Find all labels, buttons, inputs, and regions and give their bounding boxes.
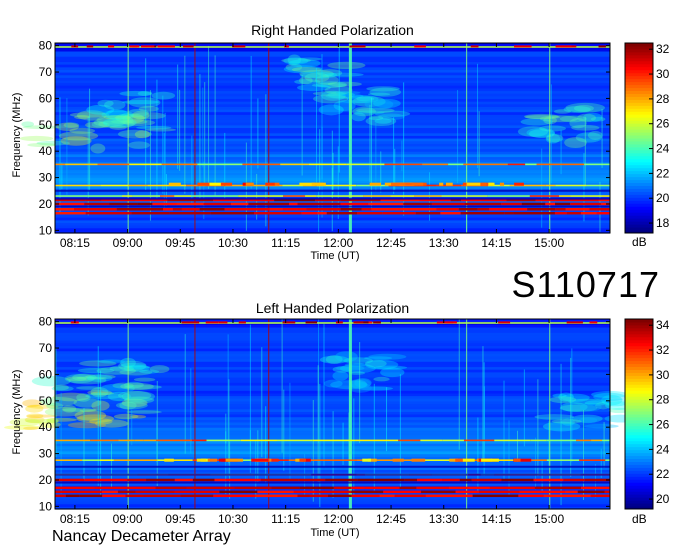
x-tick-label: 10:30: [218, 236, 248, 250]
y-tick-label: 40: [39, 420, 53, 434]
spectrogram-image: [19, 43, 610, 234]
y-tick-label: 30: [39, 447, 53, 461]
x-tick-label: 15:00: [534, 236, 564, 250]
x-tick-label: 08:15: [60, 236, 90, 250]
y-tick-label: 20: [39, 197, 53, 211]
colorbar-tick-label: 18: [656, 216, 670, 230]
x-tick-label: 14:15: [481, 512, 511, 526]
y-tick-label: 30: [39, 171, 53, 185]
y-tick-label: 80: [39, 315, 53, 329]
x-tick-label: 13:30: [429, 512, 459, 526]
colorbar-tick-label: 24: [656, 442, 670, 456]
colorbar-unit: dB: [632, 512, 647, 526]
colorbar-tick-label: 32: [656, 42, 670, 56]
x-tick-label: 09:00: [113, 236, 143, 250]
colorbar: 18 20 22 24 26 28 30 32: [624, 42, 670, 234]
x-tick-label: 10:30: [218, 512, 248, 526]
y-tick-label: 60: [39, 91, 53, 105]
x-tick-label: 09:45: [165, 512, 195, 526]
x-tick-label: 14:15: [481, 236, 511, 250]
x-tick-label: 12:00: [323, 512, 353, 526]
x-tick-label: 11:15: [271, 512, 300, 526]
y-tick-label: 50: [39, 394, 53, 408]
x-tick-label: 13:30: [429, 236, 459, 250]
colorbar-tick-label: 26: [656, 418, 670, 432]
colorbar-unit: dB: [632, 235, 647, 249]
colorbar-tick-label: 28: [656, 393, 670, 407]
colorbar-tick-label: 26: [656, 117, 670, 131]
y-tick-label: 20: [39, 473, 53, 487]
colorbar-tick-label: 34: [656, 318, 670, 332]
right-polarization-panel: Right Handed Polarization 10 20 30 40 50 60 70…: [0, 0, 680, 270]
colorbar-tick-label: 22: [656, 467, 670, 481]
colorbar-tick-label: 22: [656, 166, 670, 180]
x-axis-label: Time (UT): [310, 527, 360, 539]
x-tick-label: 12:45: [376, 236, 406, 250]
instrument-name: Nancay Decameter Array: [52, 528, 231, 545]
y-tick-label: 10: [39, 499, 53, 513]
colorbar-tick-label: 20: [656, 492, 670, 506]
y-axis-label: Frequency (MHz): [11, 92, 23, 178]
y-tick-label: 50: [39, 118, 53, 132]
y-tick-label: 60: [39, 367, 53, 381]
colorbar-tick-label: 24: [656, 142, 670, 156]
left-polarization-panel: Left Handed Polarization 10 20 30 40 50 60 70 8…: [0, 276, 680, 546]
y-tick-label: 40: [39, 144, 53, 158]
y-tick-label: 70: [39, 65, 53, 79]
x-tick-label: 08:15: [60, 512, 90, 526]
x-tick-label: 09:45: [165, 236, 195, 250]
colorbar-tick-label: 30: [656, 368, 670, 382]
y-tick-label: 10: [39, 223, 53, 237]
colorbar-tick-label: 30: [656, 67, 670, 81]
x-tick-label: 15:00: [534, 512, 564, 526]
x-tick-label: 12:45: [376, 512, 406, 526]
colorbar-tick-label: 28: [656, 92, 670, 106]
y-tick-label: 70: [39, 341, 53, 355]
x-tick-label: 09:00: [113, 512, 143, 526]
spectrogram-image: [4, 319, 637, 510]
left-polarization-spectrogram: 10 20 30 40 50 60 70 80 08:15 09:00 09:45 10:30 11:1…: [4, 315, 670, 526]
x-axis-label: Time (UT): [310, 250, 360, 262]
x-tick-label: 11:15: [271, 236, 300, 250]
colorbar-tick-label: 32: [656, 343, 670, 357]
y-axis-label: Frequency (MHz): [11, 369, 23, 455]
right-polarization-spectrogram: 10 20 30 40 50 60 70 80 08:15 09:00 09:45 10:30 11:1…: [19, 39, 670, 250]
y-tick-label: 80: [39, 39, 53, 53]
x-tick-label: 12:00: [323, 236, 353, 250]
colorbar-tick-label: 20: [656, 191, 670, 205]
colorbar: 20 22 24 26 28 30 32 34: [624, 318, 670, 510]
